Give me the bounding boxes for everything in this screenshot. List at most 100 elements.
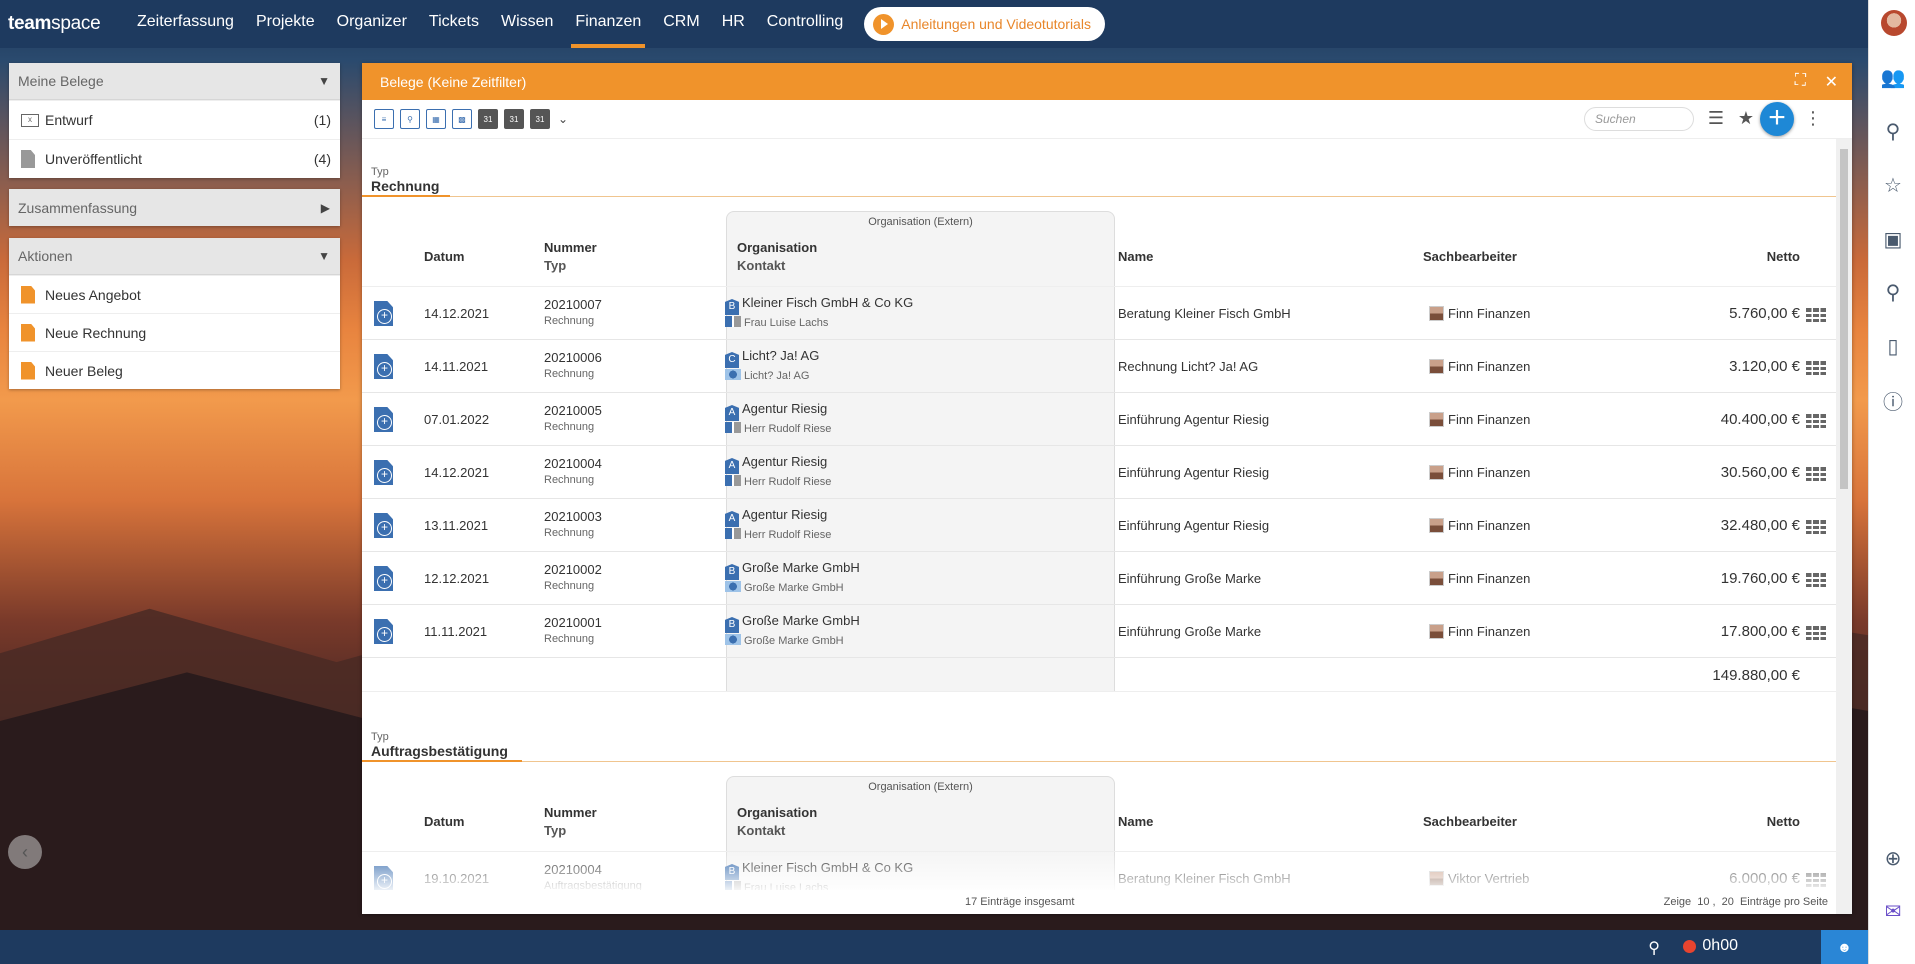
nav-zeiterfassung[interactable]: Zeiterfassung [126,0,245,48]
notifications-icon[interactable]: ▣ [1881,227,1905,251]
row-sachbearbeiter[interactable]: Finn Finanzen [1429,359,1530,374]
tile-view-icon[interactable]: ▦ [426,109,446,129]
help-user-icon[interactable]: ☻ [1821,930,1868,964]
more-menu-icon[interactable]: ⋮ [1804,108,1822,129]
neues-angebot-action[interactable]: Neues Angebot [9,275,340,313]
vertical-scrollbar[interactable] [1836,139,1852,914]
document-plus-icon[interactable] [374,407,393,432]
table-row[interactable]: 14.12.2021 20210007 Rechnung BKleiner Fi… [362,287,1836,340]
col-kontakt[interactable]: Kontakt [737,258,785,273]
add-circle-icon[interactable]: ⊕ [1881,846,1905,870]
row-kontakt[interactable]: Herr Rudolf Riese [725,422,831,435]
document-plus-icon[interactable] [374,513,393,538]
grid-menu-icon[interactable] [1806,467,1826,481]
favorite-star-icon[interactable]: ★ [1738,108,1754,129]
teamspace-logo[interactable]: teamspace [0,13,126,35]
col-netto[interactable]: Netto [1767,814,1800,829]
table-row[interactable]: 14.11.2021 20210006 Rechnung CLicht? Ja!… [362,340,1836,393]
row-organisation[interactable]: A Agentur Riesig [725,507,827,527]
entwurf-item[interactable]: x Entwurf (1) [9,100,340,139]
table-row[interactable]: 13.11.2021 20210003 Rechnung AAgentur Ri… [362,499,1836,552]
row-sachbearbeiter[interactable]: Finn Finanzen [1429,624,1530,639]
info-icon[interactable]: ⓘ [1881,388,1905,414]
maximize-icon[interactable]: ⛶ [1795,72,1806,90]
calendar-week-icon[interactable]: 31 [504,109,524,129]
neuer-beleg-action[interactable]: Neuer Beleg [9,351,340,389]
row-kontakt[interactable]: Große Marke GmbH [725,581,844,594]
row-sachbearbeiter[interactable]: Finn Finanzen [1429,412,1530,427]
document-plus-icon[interactable] [374,301,393,326]
group-header[interactable]: Typ Auftragsbestätigung [362,704,1836,762]
add-button[interactable]: + [1760,102,1794,136]
nav-hr[interactable]: HR [711,0,756,48]
nav-controlling[interactable]: Controlling [756,0,854,48]
neue-rechnung-action[interactable]: Neue Rechnung [9,313,340,351]
contacts-icon[interactable]: 👥 [1881,65,1906,89]
aktionen-header[interactable]: Aktionen ▼ [9,238,340,275]
filter-icon[interactable]: ☰ [1708,108,1724,129]
nav-crm[interactable]: CRM [652,0,710,48]
col-datum[interactable]: Datum [424,249,464,264]
page-size-20[interactable]: 20 [1719,896,1737,908]
search-icon[interactable]: ⚲ [1881,119,1905,143]
col-organisation[interactable]: Organisation [737,805,817,820]
col-datum[interactable]: Datum [424,814,464,829]
col-typ[interactable]: Typ [544,258,566,273]
grid-menu-icon[interactable] [1806,626,1826,640]
row-sachbearbeiter[interactable]: Finn Finanzen [1429,465,1530,480]
meine-belege-header[interactable]: Meine Belege ▼ [9,63,340,100]
col-name[interactable]: Name [1118,814,1153,829]
unveroeffentlicht-item[interactable]: Unveröffentlicht (4) [9,139,340,178]
quick-search-icon[interactable]: ⚲ [1648,938,1660,958]
document-plus-icon[interactable] [374,566,393,591]
col-organisation[interactable]: Organisation [737,240,817,255]
grid-menu-icon[interactable] [1806,361,1826,375]
row-organisation[interactable]: B Große Marke GmbH [725,613,860,633]
row-kontakt[interactable]: Große Marke GmbH [725,634,844,647]
col-nummer[interactable]: Nummer [544,805,597,820]
row-organisation[interactable]: B Große Marke GmbH [725,560,860,580]
col-netto[interactable]: Netto [1767,249,1800,264]
calendar-month-icon[interactable]: 31 [530,109,550,129]
col-nummer[interactable]: Nummer [544,240,597,255]
row-kontakt[interactable]: Herr Rudolf Riese [725,528,831,541]
row-organisation[interactable]: BKleiner Fisch GmbH & Co KG [725,295,913,315]
close-icon[interactable]: ✕ [1825,72,1838,92]
time-tracker[interactable]: 0h00 [1683,937,1738,955]
tutorial-button[interactable]: Anleitungen und Videotutorials [864,7,1105,41]
group-header[interactable]: Typ Rechnung [362,139,1836,197]
table-row[interactable]: 14.12.2021 20210004 Rechnung AAgentur Ri… [362,446,1836,499]
detail-view-icon[interactable]: ⚲ [400,109,420,129]
nav-finanzen[interactable]: Finanzen [564,0,652,48]
document-plus-icon[interactable] [374,460,393,485]
grid-menu-icon[interactable] [1806,308,1826,322]
table-row[interactable]: 11.11.2021 20210001 Rechnung BGroße Mark… [362,605,1836,658]
grid-menu-icon[interactable] [1806,573,1826,587]
mobile-icon[interactable]: ▯ [1881,334,1905,358]
row-kontakt[interactable]: Frau Luise Lachs [725,316,828,329]
zusammenfassung-header[interactable]: Zusammenfassung ▶ [9,189,340,226]
chat-icon[interactable]: ✉ [1881,899,1905,923]
nav-tickets[interactable]: Tickets [418,0,490,48]
calendar-day-icon[interactable]: 31 [478,109,498,129]
zoom-icon[interactable]: ⚲ [1881,280,1905,304]
search-input[interactable]: Suchen [1584,107,1694,131]
col-sachbearbeiter[interactable]: Sachbearbeiter [1423,249,1517,264]
collapse-sidebar-button[interactable]: ‹ [8,835,42,869]
star-icon[interactable]: ☆ [1881,173,1905,197]
chart-view-icon[interactable]: ▩ [452,109,472,129]
grid-menu-icon[interactable] [1806,520,1826,534]
chevron-down-icon[interactable]: ⌄ [558,112,568,126]
col-typ[interactable]: Typ [544,823,566,838]
nav-organizer[interactable]: Organizer [326,0,418,48]
row-sachbearbeiter[interactable]: Finn Finanzen [1429,306,1530,321]
page-size-10[interactable]: 10 [1694,896,1712,908]
col-name[interactable]: Name [1118,249,1153,264]
row-sachbearbeiter[interactable]: Finn Finanzen [1429,571,1530,586]
scrollbar-thumb[interactable] [1840,149,1848,489]
row-organisation[interactable]: C Licht? Ja! AG [725,348,819,368]
user-avatar[interactable] [1881,10,1907,36]
row-sachbearbeiter[interactable]: Finn Finanzen [1429,518,1530,533]
col-sachbearbeiter[interactable]: Sachbearbeiter [1423,814,1517,829]
row-organisation[interactable]: A Agentur Riesig [725,454,827,474]
